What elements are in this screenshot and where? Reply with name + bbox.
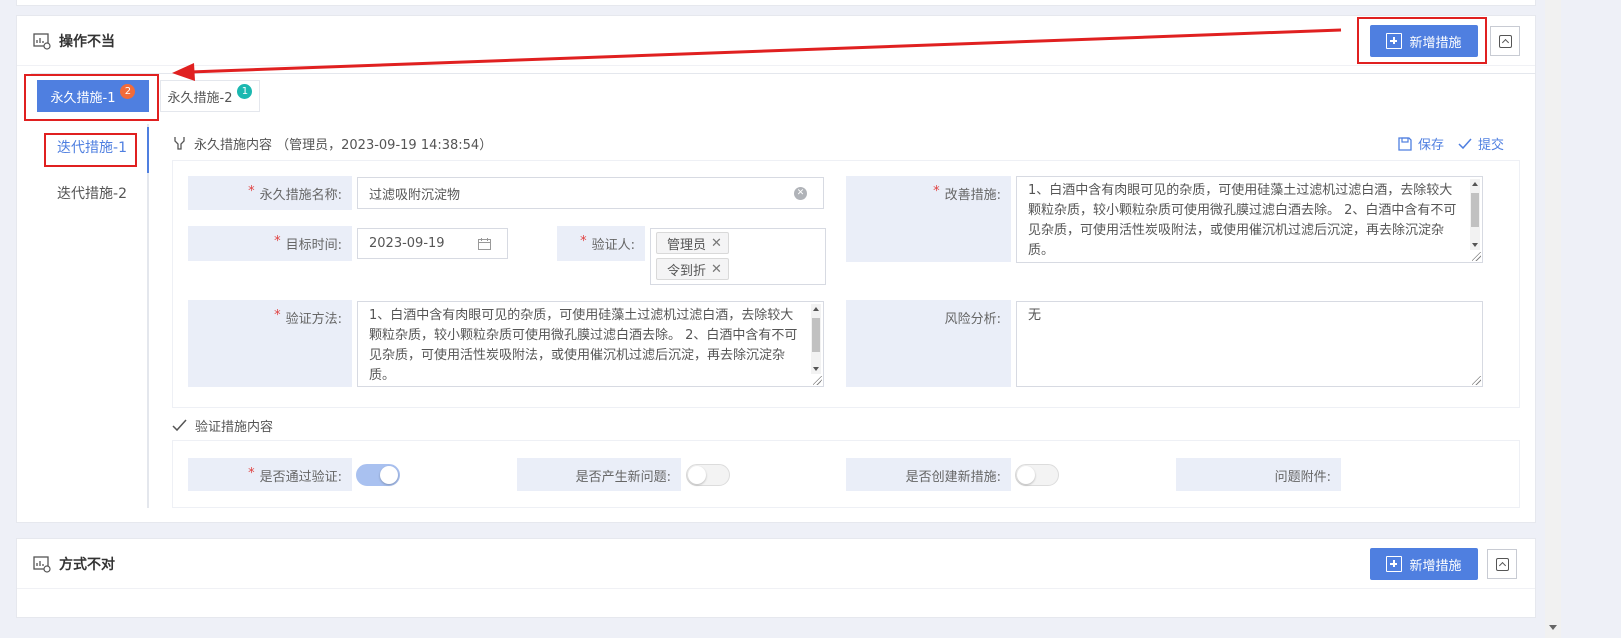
sidebar-rail: [147, 124, 149, 508]
page-scrollbar[interactable]: [1545, 0, 1561, 638]
target-time-label: * 目标时间:: [188, 226, 352, 261]
scroll-down-icon[interactable]: [1549, 625, 1557, 630]
resize-handle[interactable]: [813, 376, 822, 385]
save-icon: [1398, 136, 1412, 151]
sidebar-item-label: 迭代措施-1: [57, 140, 127, 156]
verifier-tag: 令到折 ✕: [656, 258, 729, 280]
new-issue-label: 是否产生新问题:: [517, 458, 681, 491]
add-icon: [1386, 556, 1403, 572]
method-text: 1、白酒中含有肉眼可见的杂质，可使用硅藻土过滤机过滤白酒，去除较大颗粒杂质，较小…: [369, 308, 798, 383]
passed-label: * 是否通过验证:: [188, 458, 352, 491]
chart-settings-icon: [33, 32, 51, 50]
attachment-label: 问题附件:: [1176, 458, 1341, 491]
clear-icon[interactable]: ✕: [794, 187, 807, 200]
tab-permanent-measure-1[interactable]: 永久措施-1 2: [37, 80, 149, 112]
risk-label: 风险分析:: [846, 300, 1011, 387]
section-header: 操作不当: [17, 16, 1535, 66]
add-measure-button[interactable]: 新增措施: [1370, 548, 1478, 580]
section-title: 方式不对: [59, 556, 115, 573]
name-input[interactable]: 过滤吸附沉淀物 ✕: [357, 177, 824, 209]
new-measure-label: 是否创建新措施:: [846, 458, 1011, 491]
method-textarea[interactable]: 1、白酒中含有肉眼可见的杂质，可使用硅藻土过滤机过滤白酒，去除较大颗粒杂质，较小…: [357, 301, 824, 387]
improve-text: 1、白酒中含有肉眼可见的杂质，可使用硅藻土过滤机过滤白酒，去除较大颗粒杂质，较小…: [1028, 183, 1457, 258]
target-time-value: 2023-09-19: [369, 236, 445, 251]
verify-header: 验证措施内容: [172, 414, 273, 436]
risk-textarea[interactable]: 无: [1016, 301, 1483, 387]
submit-label: 提交: [1478, 138, 1505, 153]
tab-badge: 2: [120, 83, 136, 99]
sidebar-item-iteration-2[interactable]: 迭代措施-2: [37, 180, 147, 206]
verifier-tag: 管理员 ✕: [656, 232, 729, 254]
content-header-text: 永久措施内容 （管理员，2023-09-19 14:38:54）: [194, 137, 493, 153]
content-header: 永久措施内容 （管理员，2023-09-19 14:38:54）: [172, 132, 492, 154]
check-icon: [172, 418, 187, 431]
save-label: 保存: [1418, 138, 1445, 153]
tab-label: 永久措施-1: [50, 90, 116, 106]
improve-label: * 改善措施:: [846, 176, 1011, 262]
new-issue-toggle[interactable]: [686, 464, 730, 486]
resize-handle[interactable]: [1472, 376, 1481, 385]
collapse-button[interactable]: [1487, 549, 1517, 579]
calendar-icon: [478, 238, 491, 250]
collapse-icon: [1495, 557, 1509, 571]
collapse-button[interactable]: [1490, 26, 1520, 56]
check-icon: [1458, 138, 1472, 149]
method-label: * 验证方法:: [188, 300, 352, 387]
improve-textarea[interactable]: 1、白酒中含有肉眼可见的杂质，可使用硅藻土过滤机过滤白酒，去除较大颗粒杂质，较小…: [1016, 176, 1483, 263]
sidebar-item-iteration-1[interactable]: 迭代措施-1: [37, 134, 147, 160]
risk-text: 无: [1028, 308, 1042, 323]
section-header: 方式不对: [17, 539, 1535, 589]
add-measure-button[interactable]: 新增措施: [1370, 25, 1478, 57]
sidebar-item-label: 迭代措施-2: [57, 186, 127, 202]
name-label: * 永久措施名称:: [188, 176, 352, 210]
passed-toggle[interactable]: [356, 464, 400, 486]
save-button[interactable]: 保存: [1397, 134, 1444, 153]
tab-permanent-measure-2[interactable]: 永久措施-2 1: [160, 80, 260, 112]
section-card-method: 方式不对 新增措施: [16, 538, 1536, 618]
remove-tag-icon[interactable]: ✕: [711, 236, 722, 251]
collapse-icon: [1498, 34, 1512, 48]
name-value: 过滤吸附沉淀物: [369, 187, 461, 203]
scrollbar[interactable]: [811, 304, 821, 374]
wrench-icon: [174, 137, 185, 150]
sidebar-active-indicator: [147, 127, 149, 173]
section-title: 操作不当: [59, 33, 115, 50]
add-measure-label: 新增措施: [1409, 558, 1462, 574]
verifier-label: * 验证人:: [557, 226, 645, 261]
tab-label: 永久措施-2: [167, 90, 233, 106]
add-icon: [1386, 33, 1403, 49]
previous-card-edge: [16, 0, 1536, 6]
new-measure-toggle[interactable]: [1015, 464, 1059, 486]
resize-handle[interactable]: [1472, 252, 1481, 261]
submit-button[interactable]: 提交: [1458, 134, 1504, 153]
iteration-sidebar: 迭代措施-1 迭代措施-2: [37, 124, 149, 508]
target-time-picker[interactable]: 2023-09-19: [357, 228, 508, 259]
verify-header-text: 验证措施内容: [195, 419, 274, 435]
tabs-divider: [31, 73, 1536, 74]
remove-tag-icon[interactable]: ✕: [711, 262, 722, 277]
tab-badge: 1: [237, 83, 253, 99]
chart-settings-icon: [33, 555, 51, 573]
add-measure-label: 新增措施: [1409, 35, 1462, 51]
scrollbar[interactable]: [1470, 179, 1480, 250]
